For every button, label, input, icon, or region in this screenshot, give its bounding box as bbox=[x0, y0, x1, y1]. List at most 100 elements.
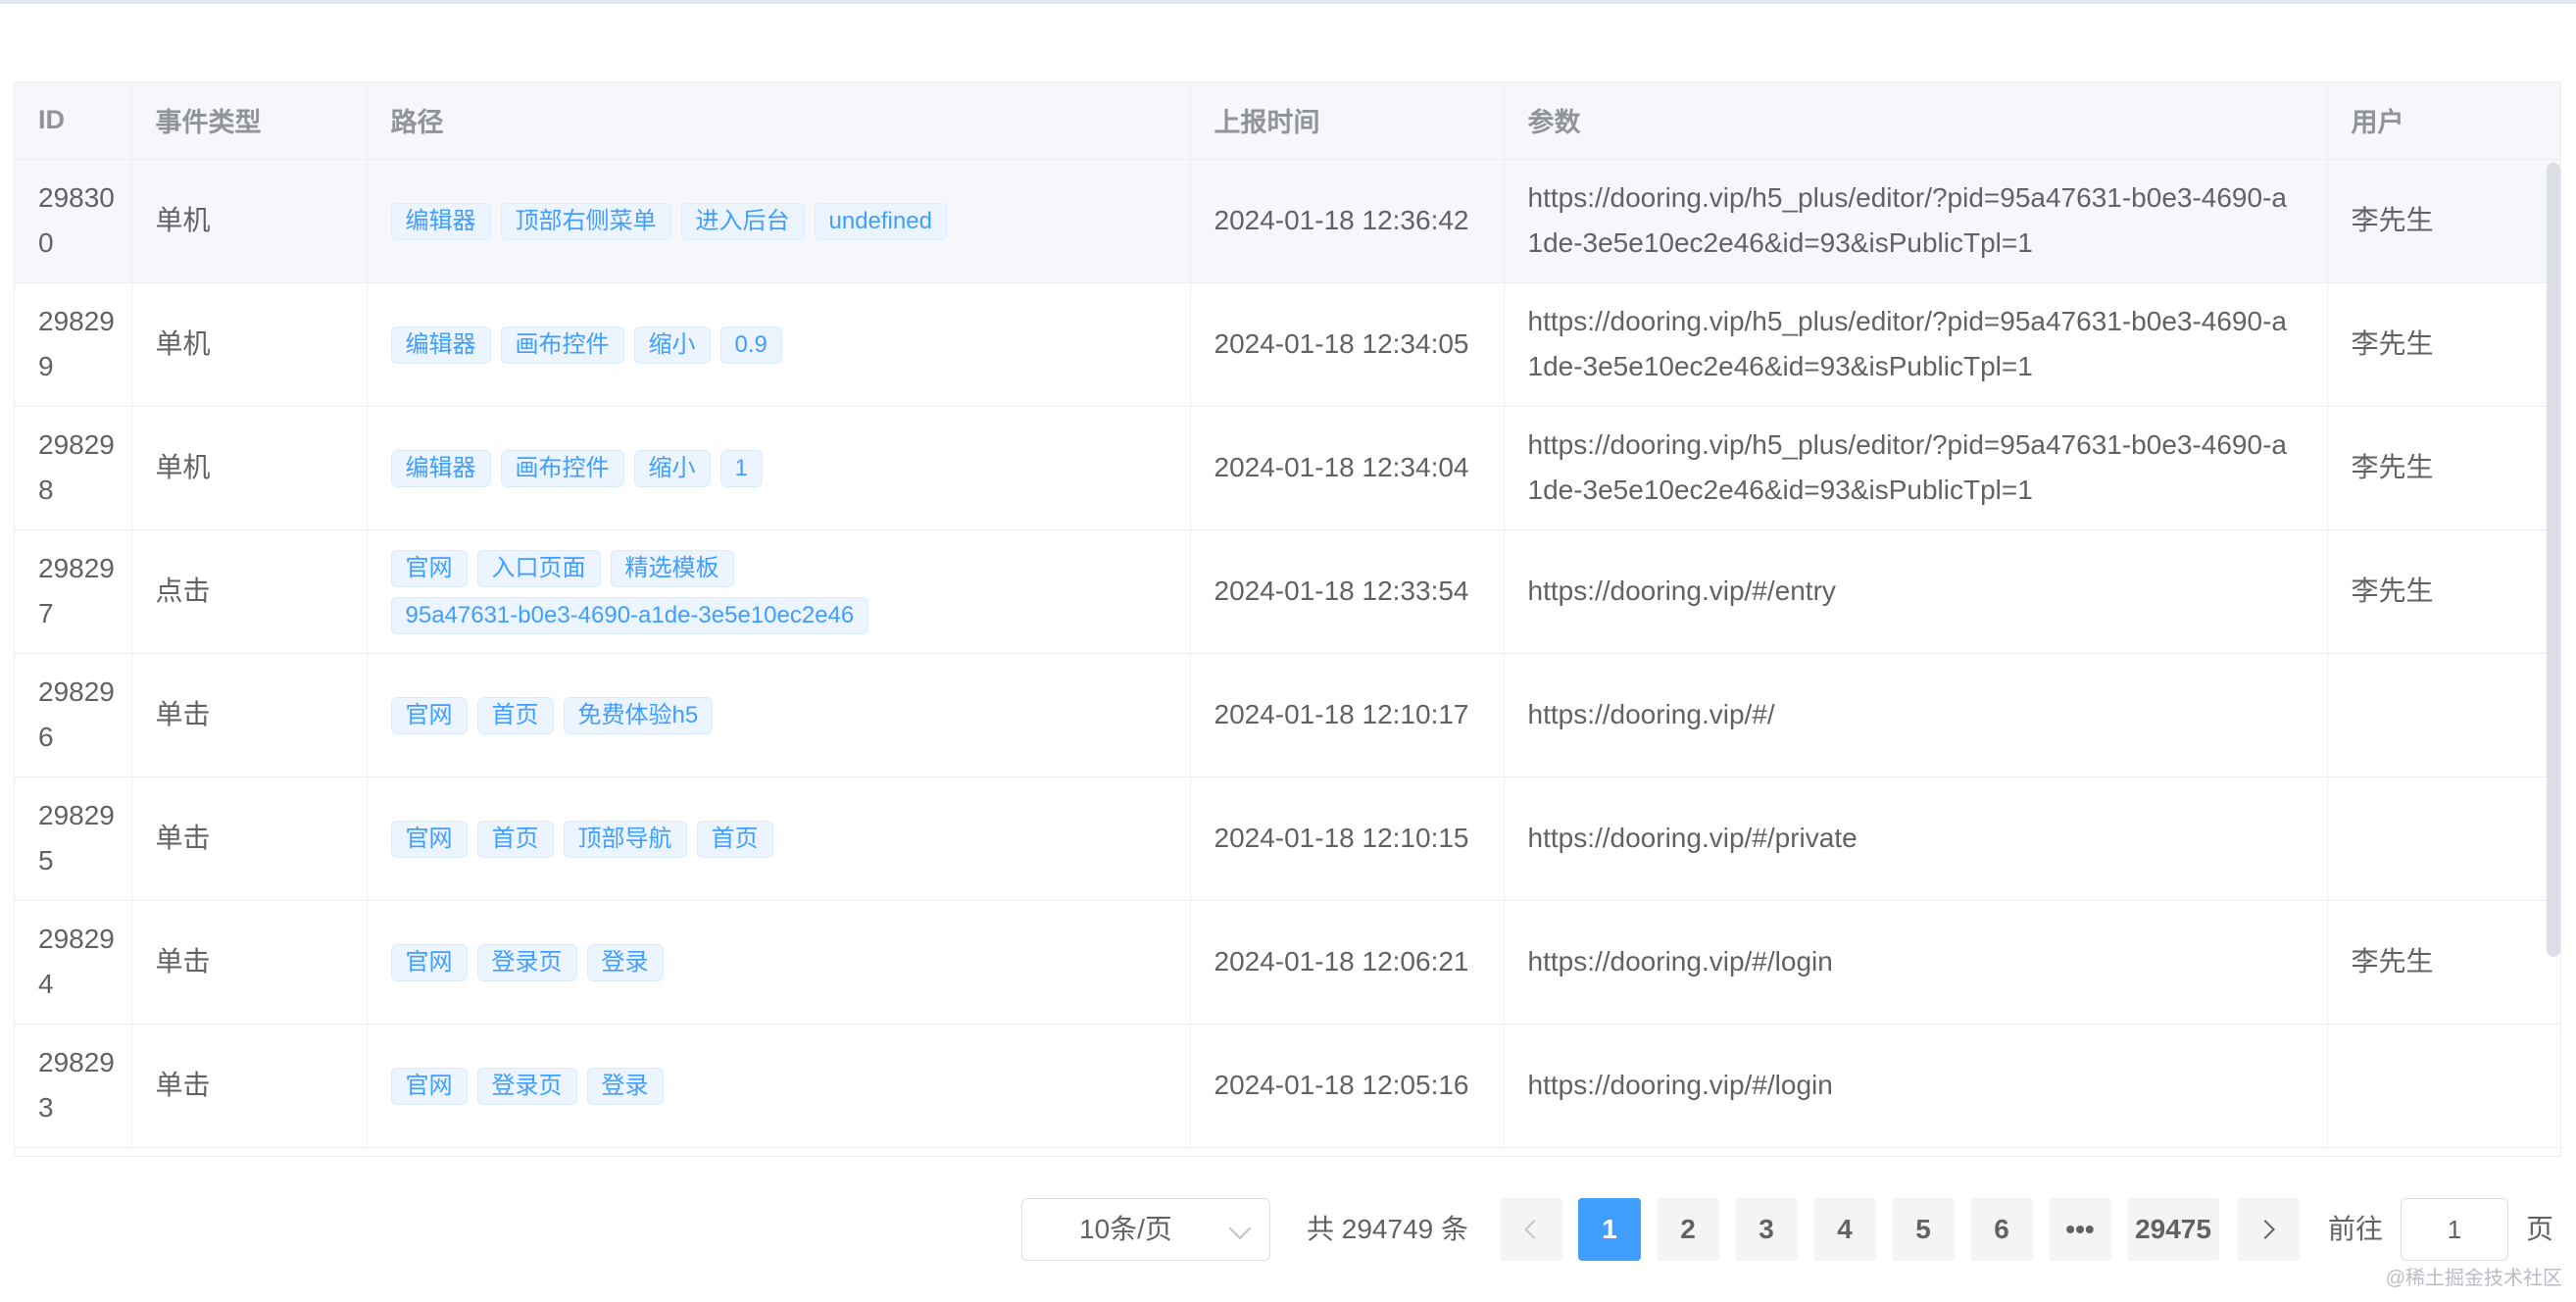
page-button-6[interactable]: 6 bbox=[1970, 1198, 2033, 1261]
path-tag: 官网 bbox=[390, 1067, 468, 1105]
path-tag: 0.9 bbox=[719, 326, 782, 364]
page-button-5[interactable]: 5 bbox=[1892, 1198, 1955, 1261]
page-button-4[interactable]: 4 bbox=[1813, 1198, 1876, 1261]
cell-report-time: 2024-01-18 12:36:42 bbox=[1190, 159, 1505, 283]
cell-id: 298293 bbox=[15, 1024, 132, 1148]
path-tag: 官网 bbox=[390, 943, 468, 981]
path-tags: 官网 登录页 登录 bbox=[390, 938, 1190, 985]
path-tag: 登录 bbox=[586, 1067, 664, 1105]
table-row[interactable]: 298293 单击 官网 登录页 登录 2024-01-18 12:05:16 https:… bbox=[15, 1024, 2560, 1148]
cell-path: 官网 首页 免费体验h5 bbox=[367, 653, 1191, 777]
total-count: 共 294749 条 bbox=[1307, 1214, 1468, 1244]
page-button-3[interactable]: 3 bbox=[1735, 1198, 1798, 1261]
chevron-right-icon bbox=[2255, 1219, 2275, 1239]
cell-user: 李先生 bbox=[2327, 529, 2560, 654]
cell-user: 李先生 bbox=[2327, 282, 2560, 407]
path-tag: 精选模板 bbox=[610, 550, 734, 587]
cell-params: https://dooring.vip/h5_plus/editor/?pid=… bbox=[1504, 159, 2328, 283]
table-row[interactable]: 298300 单机 编辑器 顶部右侧菜单 进入后台 undefined 2024-01-18… bbox=[15, 159, 2560, 283]
cell-user bbox=[2327, 1024, 2560, 1148]
cell-event-type: 单击 bbox=[131, 900, 368, 1025]
cell-report-time: 2024-01-18 12:34:05 bbox=[1190, 282, 1505, 407]
path-tags: 编辑器 顶部右侧菜单 进入后台 undefined bbox=[390, 197, 1190, 244]
column-header-event-type[interactable]: 事件类型 bbox=[131, 82, 368, 160]
prev-page-button[interactable] bbox=[1500, 1198, 1562, 1261]
chevron-down-icon bbox=[1228, 1217, 1252, 1240]
cell-params: https://dooring.vip/#/private bbox=[1504, 776, 2328, 901]
path-tags: 编辑器 画布控件 缩小 0.9 bbox=[390, 321, 1190, 368]
cell-report-time: 2024-01-18 12:34:04 bbox=[1190, 406, 1505, 530]
cell-event-type: 单击 bbox=[131, 776, 368, 901]
goto-suffix: 页 bbox=[2526, 1214, 2554, 1244]
column-header-path[interactable]: 路径 bbox=[367, 82, 1191, 160]
cell-id: 298294 bbox=[15, 900, 132, 1025]
column-header-report-time[interactable]: 上报时间 bbox=[1190, 82, 1505, 160]
vertical-scrollbar[interactable] bbox=[2547, 163, 2560, 957]
column-header-id[interactable]: ID bbox=[15, 82, 132, 160]
path-tag: 官网 bbox=[390, 550, 468, 587]
cell-path: 编辑器 画布控件 缩小 1 bbox=[367, 406, 1191, 530]
cell-user bbox=[2327, 776, 2560, 901]
cell-params: https://dooring.vip/#/login bbox=[1504, 1024, 2328, 1148]
path-tag: 登录页 bbox=[476, 1067, 577, 1105]
cell-params: https://dooring.vip/#/login bbox=[1504, 900, 2328, 1025]
more-pages-button[interactable]: ••• bbox=[2049, 1198, 2111, 1261]
table-row[interactable]: 298294 单击 官网 登录页 登录 2024-01-18 12:06:21 https:… bbox=[15, 900, 2560, 1025]
path-tag: 入口页面 bbox=[476, 550, 601, 587]
cell-report-time: 2024-01-18 12:33:54 bbox=[1190, 529, 1505, 654]
path-tag: 登录 bbox=[586, 943, 664, 981]
cell-path: 官网 登录页 登录 bbox=[367, 900, 1191, 1025]
cell-report-time: 2024-01-18 12:06:21 bbox=[1190, 900, 1505, 1025]
cell-id: 298300 bbox=[15, 159, 132, 283]
path-tag: 官网 bbox=[390, 696, 468, 734]
cell-path: 编辑器 画布控件 缩小 0.9 bbox=[367, 282, 1191, 407]
path-tag: 画布控件 bbox=[500, 449, 624, 487]
cell-id: 298298 bbox=[15, 406, 132, 530]
cell-path: 编辑器 顶部右侧菜单 进入后台 undefined bbox=[367, 159, 1191, 283]
last-page-button[interactable]: 29475 bbox=[2127, 1198, 2219, 1261]
path-tag: 编辑器 bbox=[390, 202, 491, 240]
path-tags: 官网 首页 顶部导航 首页 bbox=[390, 815, 1190, 862]
page-size-value: 10条/页 bbox=[1079, 1214, 1172, 1244]
cell-params: https://dooring.vip/h5_plus/editor/?pid=… bbox=[1504, 406, 2328, 530]
cell-user: 李先生 bbox=[2327, 406, 2560, 530]
cell-id: 298297 bbox=[15, 529, 132, 654]
table-header-row: ID 事件类型 路径 上报时间 参数 用户 bbox=[15, 82, 2560, 160]
path-tag: 首页 bbox=[696, 820, 773, 858]
cell-id: 298299 bbox=[15, 282, 132, 407]
table-row[interactable]: 298299 单机 编辑器 画布控件 缩小 0.9 2024-01-18 12:34:05 h… bbox=[15, 282, 2560, 407]
cell-event-type: 单击 bbox=[131, 1024, 368, 1148]
path-tags: 官网 登录页 登录 bbox=[390, 1062, 1190, 1109]
table-row[interactable]: 298298 单机 编辑器 画布控件 缩小 1 2024-01-18 12:34:04 htt… bbox=[15, 406, 2560, 530]
goto-page-input[interactable] bbox=[2401, 1198, 2508, 1261]
page-size-select[interactable]: 10条/页 bbox=[1021, 1198, 1270, 1261]
page-button-1[interactable]: 1 bbox=[1578, 1198, 1641, 1261]
path-tag: 进入后台 bbox=[680, 202, 805, 240]
table-row[interactable]: 298296 单击 官网 首页 免费体验h5 2024-01-18 12:10:17 htt… bbox=[15, 653, 2560, 777]
cell-report-time: 2024-01-18 12:10:15 bbox=[1190, 776, 1505, 901]
cell-user: 李先生 bbox=[2327, 159, 2560, 283]
column-header-params[interactable]: 参数 bbox=[1504, 82, 2328, 160]
path-tag: 编辑器 bbox=[390, 449, 491, 487]
pagination: 10条/页 共 294749 条 1 2 3 4 5 6 ••• 29475 前… bbox=[0, 1198, 2576, 1261]
cell-user bbox=[2327, 653, 2560, 777]
column-header-user[interactable]: 用户 bbox=[2327, 82, 2560, 160]
table-row[interactable]: 298295 单击 官网 首页 顶部导航 首页 2024-01-18 12:10:15 htt… bbox=[15, 776, 2560, 901]
path-tag: 画布控件 bbox=[500, 326, 624, 364]
path-tags: 官网 首页 免费体验h5 bbox=[390, 691, 1190, 738]
goto-label: 前往 bbox=[2328, 1214, 2384, 1244]
event-table: ID 事件类型 路径 上报时间 参数 用户 298300 单机 编辑器 顶部右侧菜单进… bbox=[14, 81, 2561, 1157]
path-tag: 免费体验h5 bbox=[563, 696, 714, 734]
next-page-button[interactable] bbox=[2237, 1198, 2300, 1261]
cell-user: 李先生 bbox=[2327, 900, 2560, 1025]
path-tag: 1 bbox=[719, 449, 763, 487]
cell-report-time: 2024-01-18 12:10:17 bbox=[1190, 653, 1505, 777]
path-tags: 官网 入口页面 精选模板 95a47631-b0e3-4690-a1de-3e5e10… bbox=[390, 544, 1190, 637]
table-row[interactable]: 298297 点击 官网 入口页面 精选模板 95a47631-b0e3-4690-a1d… bbox=[15, 529, 2560, 654]
path-tag: 缩小 bbox=[633, 326, 711, 364]
page-button-2[interactable]: 2 bbox=[1657, 1198, 1719, 1261]
path-tag: 缩小 bbox=[633, 449, 711, 487]
cell-id: 298296 bbox=[15, 653, 132, 777]
path-tag: 编辑器 bbox=[390, 326, 491, 364]
path-tag: 首页 bbox=[476, 696, 554, 734]
